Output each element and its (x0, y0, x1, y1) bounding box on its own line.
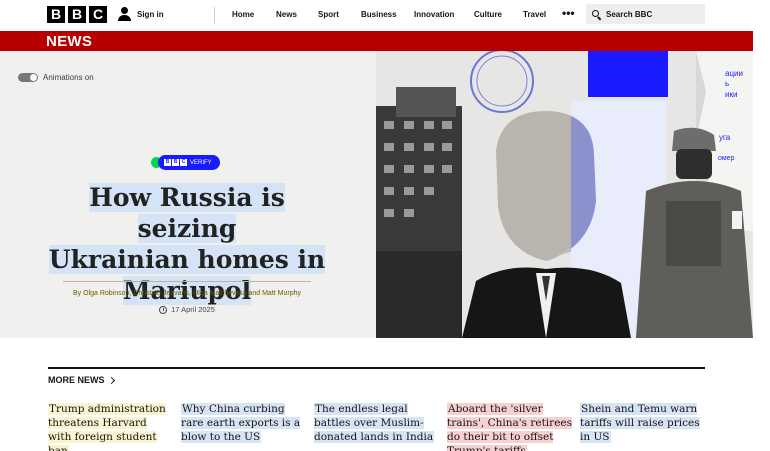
nav-item-news[interactable]: News (276, 10, 297, 19)
section-title[interactable]: NEWS (46, 33, 92, 50)
clock-icon (159, 305, 168, 314)
search-label: Search BBC (606, 9, 653, 19)
image-text: омер (718, 155, 735, 162)
story-title: Why China curbing rare earth exports is … (181, 403, 301, 443)
bbc-logo[interactable]: B B C (47, 6, 107, 23)
story-title: Aboard the 'silver trains', China's reti… (447, 403, 573, 451)
logo-letter: B (172, 159, 179, 166)
story-card[interactable]: Aboard the 'silver trains', China's reti… (447, 402, 573, 451)
nav-item-sport[interactable]: Sport (318, 10, 339, 19)
date-label: 17 April 2025 (171, 305, 215, 314)
chevron-right-icon (107, 376, 115, 384)
animations-label: Animations on (43, 73, 94, 82)
more-news-label: MORE NEWS (48, 375, 105, 385)
top-navigation: B B C Sign in Home News Sport Business I… (0, 0, 770, 31)
hero-collage-illustration: ации ь ики уга омер (376, 51, 753, 338)
bbc-verify-badge: B B C VERIFY (151, 155, 220, 170)
nav-divider (214, 7, 215, 24)
search-icon (592, 9, 601, 19)
story-card[interactable]: Why China curbing rare earth exports is … (181, 402, 306, 444)
user-icon (118, 7, 131, 21)
hero-panel: Animations on B B C VERIFY How Russia is… (0, 51, 376, 338)
nav-item-innovation[interactable]: Innovation (414, 10, 454, 19)
image-text: ации (725, 69, 743, 78)
headline[interactable]: How Russia is seizing Ukrainian homes in… (40, 182, 334, 306)
mini-bbc-logo: B B C (164, 159, 187, 166)
verify-pill: B B C VERIFY (158, 155, 220, 170)
story-card[interactable]: The endless legal battles over Muslim-do… (314, 402, 439, 444)
logo-letter: B (68, 6, 86, 23)
more-news-divider (48, 367, 705, 369)
nav-item-business[interactable]: Business (361, 10, 397, 19)
section-bar: NEWS (0, 31, 753, 51)
byline-divider (63, 281, 311, 282)
hero-image[interactable]: ации ь ики уга омер (376, 51, 753, 338)
story-card[interactable]: Trump administration threatens Harvard w… (48, 402, 173, 451)
logo-letter: B (164, 159, 171, 166)
nav-item-culture[interactable]: Culture (474, 10, 502, 19)
more-menu-button[interactable]: ••• (562, 6, 575, 20)
logo-letter: C (89, 6, 107, 23)
sign-in-button[interactable]: Sign in (118, 7, 164, 21)
image-text: уга (719, 133, 731, 142)
search-button[interactable]: Search BBC (586, 4, 705, 24)
story-title: The endless legal battles over Muslim-do… (314, 403, 435, 443)
sign-in-label: Sign in (137, 9, 164, 19)
byline: By Olga Robinson, Christine Jeavans, Olg… (73, 290, 301, 297)
animations-toggle[interactable]: Animations on (18, 73, 94, 82)
nav-item-travel[interactable]: Travel (523, 10, 546, 19)
headline-line: How Russia is seizing (89, 183, 285, 243)
publish-date: 17 April 2025 (40, 305, 334, 314)
image-text: ики (725, 90, 737, 99)
verify-label: VERIFY (190, 159, 212, 166)
image-text: ь (725, 79, 729, 88)
toggle-switch-icon (18, 73, 38, 82)
story-title: Shein and Temu warn tariffs will raise p… (580, 403, 700, 443)
story-title: Trump administration threatens Harvard w… (48, 403, 166, 451)
logo-letter: B (47, 6, 65, 23)
logo-letter: C (180, 159, 187, 166)
story-card[interactable]: Shein and Temu warn tariffs will raise p… (580, 402, 705, 444)
nav-item-home[interactable]: Home (232, 10, 254, 19)
headline-line: Ukrainian homes in (48, 245, 326, 274)
more-news-heading[interactable]: MORE NEWS (48, 375, 115, 385)
